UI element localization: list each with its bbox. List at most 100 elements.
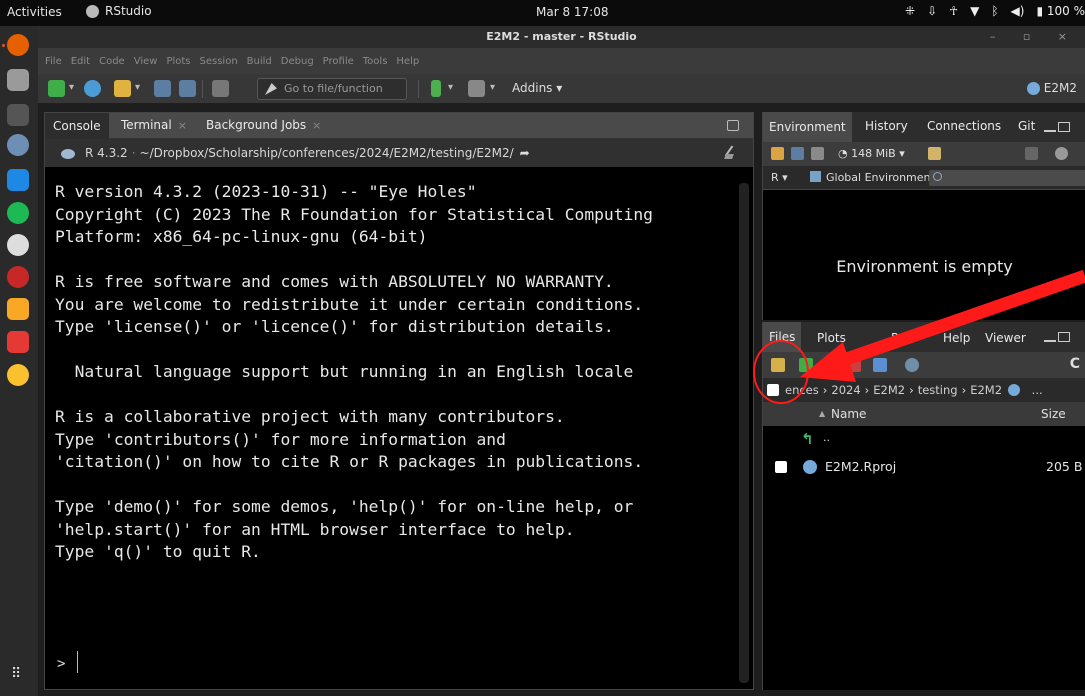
tab-viewer[interactable]: Viewer <box>985 331 1026 345</box>
console-prompt[interactable]: > <box>57 656 65 672</box>
tab-files[interactable]: Files <box>763 322 802 352</box>
activities-button[interactable]: Activities <box>7 5 62 19</box>
tab-terminal[interactable]: Terminal × <box>121 118 187 132</box>
refresh-icon[interactable] <box>1055 147 1068 160</box>
show-apps-icon[interactable]: ⠿ <box>11 666 22 682</box>
new-folder-icon[interactable] <box>771 358 785 372</box>
menu-item-code[interactable]: Code <box>99 56 125 67</box>
tab-help[interactable]: Help <box>943 331 970 345</box>
files-pane: Files Plots P Help Viewer C ences › 2024 › E… <box>762 322 1085 690</box>
menu-bar: File Edit Code View Plots Session Build Debug Pr… <box>38 48 1085 74</box>
print-icon[interactable] <box>212 80 229 97</box>
window-controls[interactable]: – ▫ × <box>990 26 1079 48</box>
console-tab-bar: Console Terminal × Background Jobs × <box>45 113 753 139</box>
menu-item-file[interactable]: File <box>45 56 62 67</box>
file-name[interactable]: E2M2.Rproj <box>825 459 896 474</box>
save-icon[interactable] <box>154 80 171 97</box>
tab-connections[interactable]: Connections <box>927 119 1001 133</box>
file-checkbox[interactable] <box>775 461 787 473</box>
addins-menu[interactable]: Addins ▾ <box>512 81 562 95</box>
menu-item-profile[interactable]: Profile <box>323 56 354 67</box>
more-button[interactable]: ... <box>1032 383 1043 397</box>
clear-console-icon[interactable] <box>725 145 739 159</box>
files-column-header: ▲ Name Size <box>763 402 1085 426</box>
refresh-icon[interactable]: C <box>1070 356 1080 372</box>
layout-grid-icon[interactable] <box>468 80 485 97</box>
column-size[interactable]: Size <box>1041 402 1066 426</box>
app-name: RStudio <box>105 4 152 18</box>
console-output: R version 4.3.2 (2023-10-31) -- "Eye Hol… <box>55 182 653 561</box>
select-all-checkbox[interactable] <box>767 384 779 396</box>
language-selector[interactable]: R ▾ <box>771 171 788 184</box>
list-view-icon[interactable] <box>1025 147 1038 160</box>
firefox-icon[interactable] <box>7 34 29 56</box>
menu-item-plots[interactable]: Plots <box>166 56 190 67</box>
maximize-icon[interactable] <box>727 120 739 131</box>
zotero-icon[interactable] <box>7 266 29 288</box>
tab-git[interactable]: Git <box>1018 119 1035 133</box>
menu-item-help[interactable]: Help <box>396 56 419 67</box>
text-cursor <box>77 651 78 673</box>
gear-icon[interactable] <box>905 358 919 372</box>
chevron-down-icon[interactable]: ▾ <box>490 82 495 93</box>
new-file-icon[interactable] <box>48 80 65 97</box>
files-icon[interactable] <box>7 69 29 91</box>
file-row[interactable]: E2M2.Rproj 205 B <box>763 458 1085 482</box>
todoist-icon[interactable] <box>7 331 29 353</box>
memory-usage[interactable]: ◔ 148 MiB ▾ <box>838 147 905 160</box>
go-to-directory-icon[interactable]: ➦ <box>520 146 530 160</box>
tab-background-jobs[interactable]: Background Jobs × <box>206 118 321 132</box>
menu-item-view[interactable]: View <box>134 56 158 67</box>
open-file-icon[interactable] <box>114 80 131 97</box>
load-workspace-icon[interactable] <box>771 147 784 160</box>
accessibility-icon: ☥ <box>949 4 959 18</box>
clock[interactable]: Mar 8 17:08 <box>536 5 609 19</box>
pane-min-max[interactable] <box>1044 332 1070 342</box>
project-menu[interactable]: E2M2 <box>1026 81 1077 95</box>
console-scrollbar[interactable] <box>739 183 749 683</box>
clear-objects-icon[interactable] <box>928 147 941 160</box>
tab-history[interactable]: History <box>865 119 908 133</box>
slack-icon[interactable] <box>7 234 29 256</box>
go-to-file-input[interactable]: Go to file/function <box>257 78 407 100</box>
menu-item-debug[interactable]: Debug <box>281 56 314 67</box>
new-project-icon[interactable] <box>84 80 101 97</box>
maximize-icon <box>1058 332 1070 342</box>
import-dataset-icon[interactable] <box>811 147 824 160</box>
rename-icon[interactable] <box>873 358 887 372</box>
column-name[interactable]: Name <box>831 402 866 426</box>
window-titlebar[interactable]: E2M2 - master - RStudio – ▫ × <box>38 26 1085 48</box>
chevron-down-icon[interactable]: ▾ <box>448 82 453 93</box>
parent-directory-row[interactable]: ↰ .. <box>763 426 1085 450</box>
app-menu[interactable]: RStudio <box>86 4 152 18</box>
tab-plots[interactable]: Plots <box>817 331 846 345</box>
vscode-icon[interactable] <box>7 169 29 191</box>
sublime-icon[interactable] <box>7 298 29 320</box>
rstudio-icon <box>86 4 99 18</box>
chrome-icon[interactable] <box>7 364 29 386</box>
tab-environment[interactable]: Environment <box>763 112 852 142</box>
menu-item-build[interactable]: Build <box>247 56 272 67</box>
files-toolbar: C <box>763 352 1085 378</box>
files-tab-bar: Files Plots P Help Viewer <box>763 322 1085 352</box>
scope-selector[interactable]: Global Environment ▾ <box>810 171 944 184</box>
running-indicator <box>2 44 5 47</box>
delete-icon[interactable] <box>847 358 861 372</box>
new-blank-file-icon[interactable] <box>799 358 813 372</box>
git-icon[interactable] <box>431 80 441 97</box>
spotify-icon[interactable] <box>7 202 29 224</box>
chevron-down-icon[interactable]: ▾ <box>135 82 140 93</box>
menu-item-tools[interactable]: Tools <box>363 56 388 67</box>
tab-console[interactable]: Console <box>45 113 109 139</box>
pane-min-max[interactable] <box>1044 122 1070 132</box>
chevron-down-icon[interactable]: ▾ <box>69 82 74 93</box>
system-tray[interactable]: ⁜ ⇩ ☥ ▼ ᛒ ◀) ▮ 100 % <box>905 4 1085 18</box>
save-workspace-icon[interactable] <box>791 147 804 160</box>
menu-item-session[interactable]: Session <box>200 56 238 67</box>
rstudio-dock-icon[interactable] <box>7 134 29 156</box>
terminal-icon[interactable] <box>7 104 29 126</box>
save-all-icon[interactable] <box>179 80 196 97</box>
tab-packages[interactable]: P <box>891 331 898 345</box>
menu-item-edit[interactable]: Edit <box>71 56 90 67</box>
environment-search-input[interactable] <box>929 170 1085 186</box>
